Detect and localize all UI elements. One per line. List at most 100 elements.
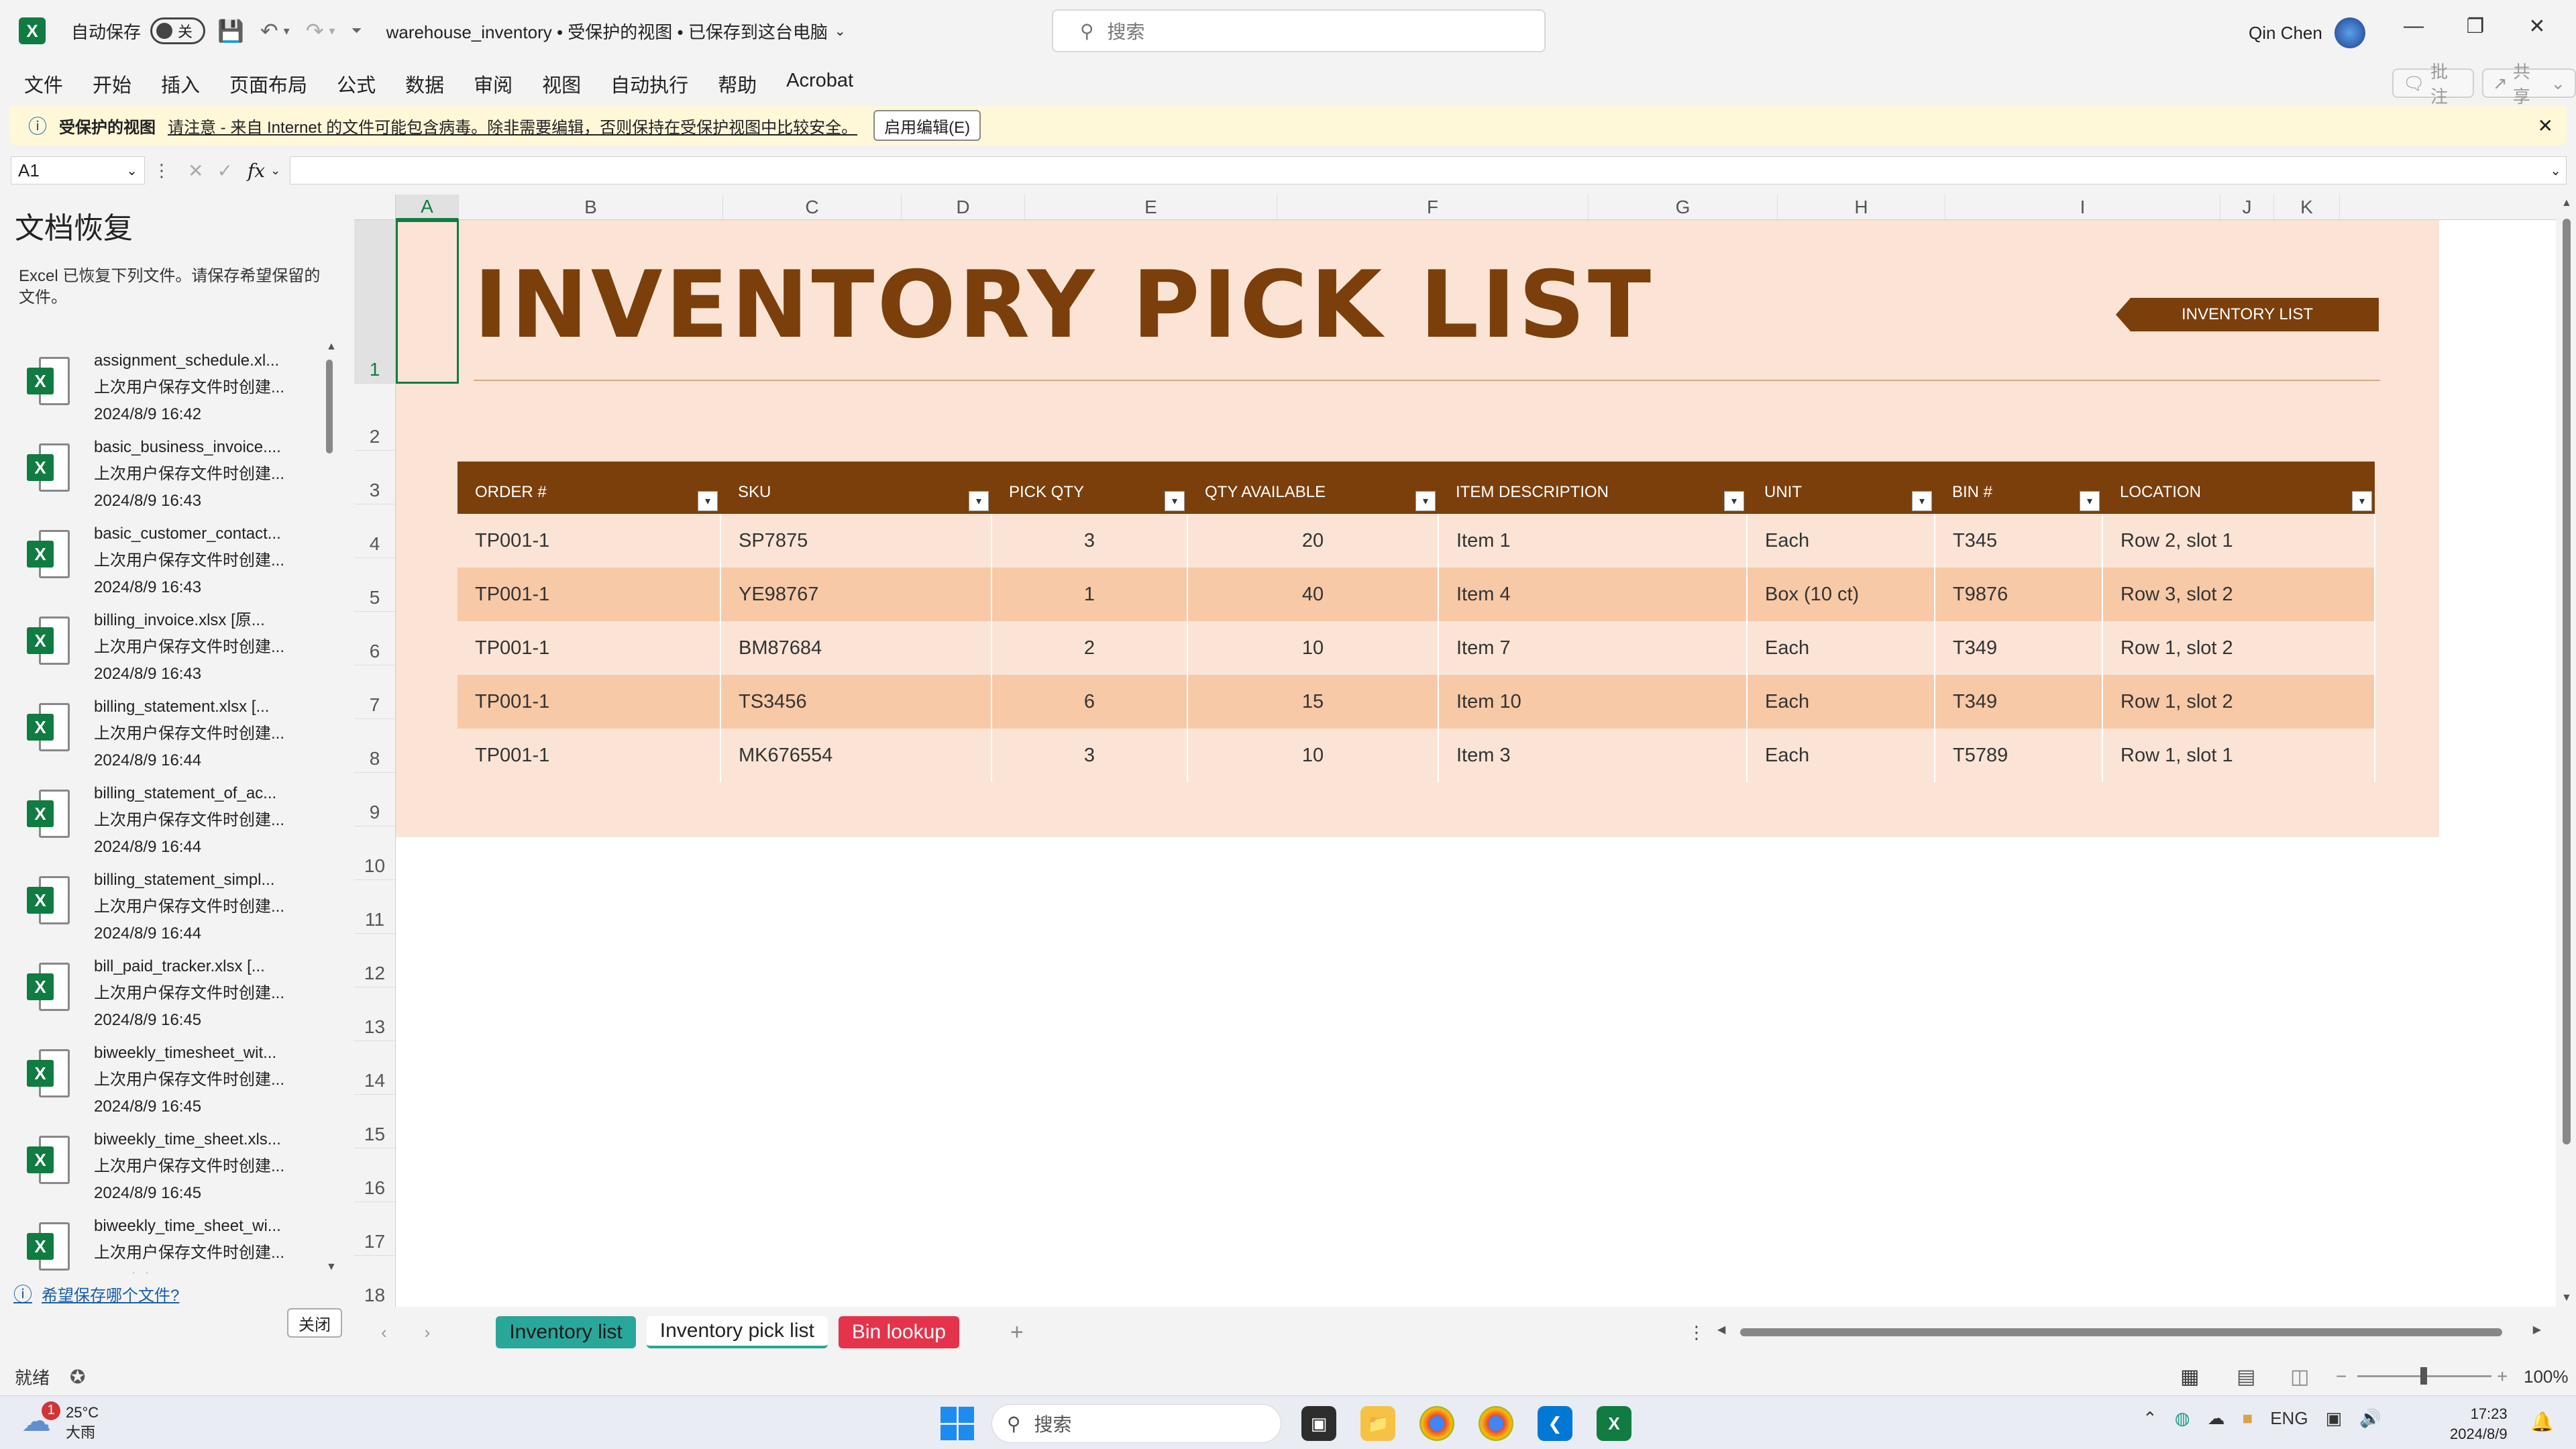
table-cell[interactable]: SP7875 xyxy=(720,514,992,568)
table-header[interactable]: ITEM DESCRIPTION ▾ xyxy=(1438,462,1747,514)
scroll-down-icon[interactable]: ▼ xyxy=(326,1261,337,1273)
menu-item[interactable]: 开始 xyxy=(78,70,146,98)
chevron-down-icon[interactable]: ⌄ xyxy=(270,164,280,178)
network-icon[interactable]: ▣ xyxy=(2326,1408,2343,1429)
column-header[interactable]: J xyxy=(2220,195,2274,220)
table-cell[interactable]: T5789 xyxy=(1935,729,2103,782)
table-cell[interactable]: Item 7 xyxy=(1438,621,1748,675)
row-header[interactable]: 5 xyxy=(354,558,396,612)
close-window-icon[interactable]: ✕ xyxy=(2506,15,2568,38)
table-cell[interactable]: 3 xyxy=(991,729,1188,782)
pick-list-table[interactable]: ORDER # ▾ SKU ▾ PICK QTY ▾ QTY AVAILABLE ▾ ITEM … xyxy=(458,462,2375,782)
row-header[interactable]: 7 xyxy=(354,665,396,719)
weather-text[interactable]: 25°C 大雨 xyxy=(66,1403,99,1443)
scroll-up-icon[interactable]: ▲ xyxy=(326,341,337,353)
normal-view-icon[interactable]: ▦ xyxy=(2180,1365,2199,1389)
volume-icon[interactable]: 🔊 xyxy=(2359,1408,2381,1429)
row-header[interactable]: 15 xyxy=(354,1095,396,1148)
more-options-icon[interactable]: ⋮ xyxy=(1688,1322,1705,1343)
comments-button[interactable]: 🗨 批注 xyxy=(2392,62,2475,107)
scroll-right-icon[interactable]: ▶ xyxy=(2533,1323,2541,1336)
worksheet-grid[interactable]: ABCDEFGHIJK 1 2 3 4 5 6 7 8 9 10 11 12 13 14 15 16 17 18 … xyxy=(354,195,2563,1307)
menu-item[interactable]: 数据 xyxy=(390,70,459,98)
autosave-toggle[interactable]: 关 xyxy=(150,17,206,44)
recovery-list-item[interactable]: Xbiweekly_time_sheet_wi... 上次用户保存文件时创建...… xyxy=(0,1206,335,1273)
protected-view-message[interactable]: 请注意 - 来自 Internet 的文件可能包含病毒。除非需要编辑，否则保持在… xyxy=(168,114,857,138)
menu-item[interactable]: Acrobat xyxy=(771,70,868,98)
menu-item[interactable]: 帮助 xyxy=(703,70,771,98)
weather-widget[interactable]: ☁ 1 xyxy=(21,1401,60,1442)
recovery-list-item[interactable]: Xbilling_statement.xlsx [... 上次用户保存文件时创建.… xyxy=(0,687,335,773)
help-link[interactable]: ⓘ 希望保存哪个文件? xyxy=(13,1280,179,1307)
table-cell[interactable]: T345 xyxy=(1935,514,2103,568)
row-header[interactable]: 13 xyxy=(354,987,396,1041)
sheet-tab[interactable]: Bin lookup xyxy=(838,1316,959,1348)
table-cell[interactable]: Item 1 xyxy=(1438,514,1748,568)
table-cell[interactable]: Row 2, slot 1 xyxy=(2102,514,2375,568)
column-header[interactable]: D xyxy=(902,195,1025,220)
column-header[interactable]: B xyxy=(459,195,723,220)
more-options-icon[interactable]: ⋮ xyxy=(153,160,170,181)
taskbar-search[interactable]: ⚲ 搜索 xyxy=(991,1404,1281,1443)
table-cell[interactable]: TP001-1 xyxy=(458,675,721,729)
cancel-icon[interactable]: ✕ xyxy=(188,160,203,182)
table-cell[interactable]: 1 xyxy=(991,568,1188,621)
expand-formula-icon[interactable]: ⌄ xyxy=(2550,162,2561,179)
menu-item[interactable]: 审阅 xyxy=(459,70,527,98)
redo-icon[interactable]: ↷ xyxy=(306,18,324,44)
vscode-icon[interactable]: ❮ xyxy=(1538,1406,1572,1441)
row-header[interactable]: 14 xyxy=(354,1041,396,1095)
table-cell[interactable]: Item 3 xyxy=(1438,729,1748,782)
table-cell[interactable]: TP001-1 xyxy=(458,568,721,621)
tab-prev-icon[interactable]: ‹ xyxy=(381,1322,387,1343)
table-cell[interactable]: 15 xyxy=(1187,675,1439,729)
table-header[interactable]: QTY AVAILABLE ▾ xyxy=(1187,462,1438,514)
sheet-title[interactable]: INVENTORY PICK LIST xyxy=(474,251,1654,359)
table-cell[interactable]: 20 xyxy=(1187,514,1439,568)
scroll-thumb[interactable] xyxy=(2563,219,2571,1144)
name-box[interactable]: A1 ⌄ xyxy=(11,156,145,184)
table-cell[interactable]: Each xyxy=(1747,675,1935,729)
column-header[interactable]: H xyxy=(1778,195,1945,220)
table-cell[interactable]: 3 xyxy=(991,514,1188,568)
table-cell[interactable]: TS3456 xyxy=(720,675,992,729)
filter-dropdown-icon[interactable]: ▾ xyxy=(1165,491,1185,511)
column-header[interactable]: I xyxy=(1945,195,2220,220)
sheet-tab[interactable]: Inventory list xyxy=(496,1316,636,1348)
scroll-thumb[interactable] xyxy=(1740,1328,2502,1336)
excel-taskbar-icon[interactable]: X xyxy=(1597,1406,1631,1441)
undo-dropdown-icon[interactable]: ▾ xyxy=(284,24,290,38)
row-header[interactable]: 9 xyxy=(354,773,396,826)
scroll-down-icon[interactable]: ▼ xyxy=(2561,1292,2572,1304)
table-cell[interactable]: Each xyxy=(1747,514,1935,568)
zoom-slider[interactable] xyxy=(2357,1367,2491,1385)
table-cell[interactable]: Row 3, slot 2 xyxy=(2102,568,2375,621)
table-header[interactable]: PICK QTY ▾ xyxy=(991,462,1187,514)
table-cell[interactable]: Each xyxy=(1747,729,1935,782)
close-recovery-button[interactable]: 关闭 xyxy=(287,1308,342,1338)
row-header[interactable]: 8 xyxy=(354,719,396,773)
row-header[interactable]: 2 xyxy=(354,384,396,451)
menu-item[interactable]: 视图 xyxy=(527,70,596,98)
file-explorer-icon[interactable]: 📁 xyxy=(1360,1406,1395,1441)
table-cell[interactable]: TP001-1 xyxy=(458,729,721,782)
table-cell[interactable]: MK676554 xyxy=(720,729,992,782)
menu-item[interactable]: 自动执行 xyxy=(596,70,703,98)
notification-bell-icon[interactable]: 🔔 xyxy=(2530,1411,2554,1433)
table-header[interactable]: LOCATION ▾ xyxy=(2102,462,2375,514)
recovery-list-item[interactable]: Xbasic_customer_contact... 上次用户保存文件时创建...… xyxy=(0,514,335,600)
table-cell[interactable]: 10 xyxy=(1187,621,1439,675)
table-cell[interactable]: YE98767 xyxy=(720,568,992,621)
filter-dropdown-icon[interactable]: ▾ xyxy=(698,491,718,511)
table-cell[interactable]: Row 1, slot 2 xyxy=(2102,675,2375,729)
table-cell[interactable]: Box (10 ct) xyxy=(1747,568,1935,621)
recovery-list-item[interactable]: Xassignment_schedule.xl... 上次用户保存文件时创建...… xyxy=(0,341,335,427)
row-header[interactable]: 16 xyxy=(354,1148,396,1202)
enter-icon[interactable]: ✓ xyxy=(217,160,232,182)
edge-tray-icon[interactable]: ◍ xyxy=(2175,1408,2190,1429)
column-header[interactable]: F xyxy=(1277,195,1589,220)
chrome-icon[interactable] xyxy=(1419,1406,1454,1441)
zoom-out-icon[interactable]: − xyxy=(2336,1366,2347,1387)
row-header[interactable]: 6 xyxy=(354,612,396,665)
chevron-down-icon[interactable]: ⌄ xyxy=(835,23,846,40)
